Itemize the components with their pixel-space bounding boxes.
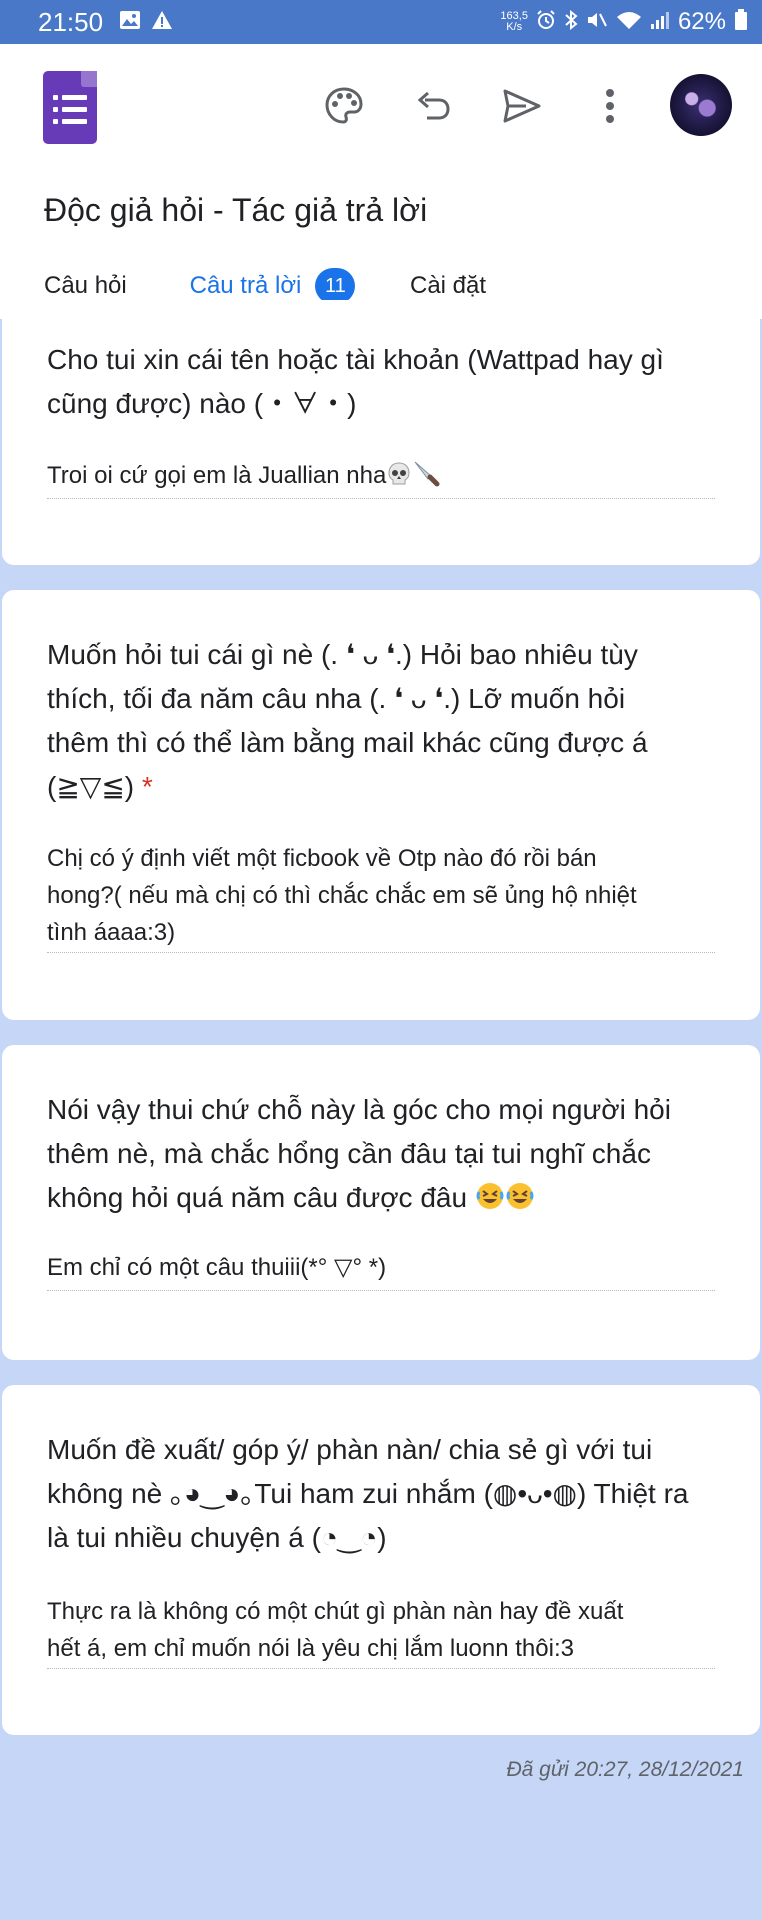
question-title: Muốn hỏi tui cái gì nè (. ❛ ᴗ ❛.) Hỏi ba… bbox=[47, 639, 648, 802]
skull-emoji bbox=[386, 461, 412, 498]
undo-button[interactable] bbox=[405, 80, 461, 136]
palette-button[interactable] bbox=[316, 80, 372, 136]
wifi-icon bbox=[616, 10, 642, 34]
submitted-timestamp: Đã gửi 20:27, 28/12/2021 bbox=[506, 1758, 745, 1781]
palette-icon bbox=[324, 86, 364, 131]
knife-emoji bbox=[412, 459, 440, 498]
net-speed: 163,5 K/s bbox=[500, 10, 528, 33]
response-card: Muốn hỏi tui cái gì nè (. ❛ ᴗ ❛.) Hỏi ba… bbox=[2, 590, 760, 1020]
rofl-emoji bbox=[505, 1180, 535, 1224]
bluetooth-icon bbox=[564, 9, 578, 34]
send-icon bbox=[502, 88, 542, 129]
answer-text: Chị có ý định viết một ficbook về Otp nà… bbox=[47, 845, 637, 946]
google-forms-logo[interactable] bbox=[43, 71, 97, 144]
question-title: Nói vậy thui chứ chỗ này là góc cho mọi … bbox=[47, 1088, 720, 1224]
alert-icon bbox=[151, 10, 173, 35]
question-title: Muốn đề xuất/ góp ý/ phàn nàn/ chia sẻ g… bbox=[47, 1434, 689, 1553]
status-bar: 21:50 163,5 K/s 62% bbox=[0, 0, 762, 44]
mute-icon bbox=[586, 10, 608, 34]
response-card: Nói vậy thui chứ chỗ này là góc cho mọi … bbox=[2, 1045, 760, 1360]
response-card: Cho tui xin cái tên hoặc tài khoản (Watt… bbox=[2, 300, 760, 565]
alarm-icon bbox=[536, 10, 556, 34]
battery-icon bbox=[734, 9, 748, 35]
send-button[interactable] bbox=[494, 80, 550, 136]
signal-icon bbox=[650, 10, 670, 34]
answer-text: Troi oi cứ gọi em là Juallian nha bbox=[47, 457, 715, 498]
answer-text: Em chỉ có một câu thuiii(*° ▽° *) bbox=[47, 1254, 387, 1281]
more-options-button[interactable] bbox=[582, 80, 638, 136]
account-avatar[interactable] bbox=[670, 74, 732, 136]
status-time: 21:50 bbox=[38, 6, 104, 37]
question-title: Cho tui xin cái tên hoặc tài khoản (Watt… bbox=[47, 344, 664, 419]
form-title: Độc giả hỏi - Tác giả trả lời bbox=[44, 192, 428, 228]
app-header: Độc giả hỏi - Tác giả trả lời Câu hỏi Câ… bbox=[0, 44, 762, 319]
rofl-emoji bbox=[475, 1180, 505, 1224]
required-asterisk: * bbox=[141, 771, 153, 802]
undo-icon bbox=[415, 90, 451, 127]
response-card: Muốn đề xuất/ góp ý/ phàn nàn/ chia sẻ g… bbox=[2, 1385, 760, 1735]
answer-text: Thực ra là không có một chút gì phàn nàn… bbox=[47, 1598, 624, 1662]
battery-level: 62% bbox=[677, 8, 726, 35]
responses-count-badge: 11 bbox=[315, 267, 356, 304]
gallery-icon bbox=[119, 10, 141, 35]
more-vert-icon bbox=[605, 88, 615, 129]
